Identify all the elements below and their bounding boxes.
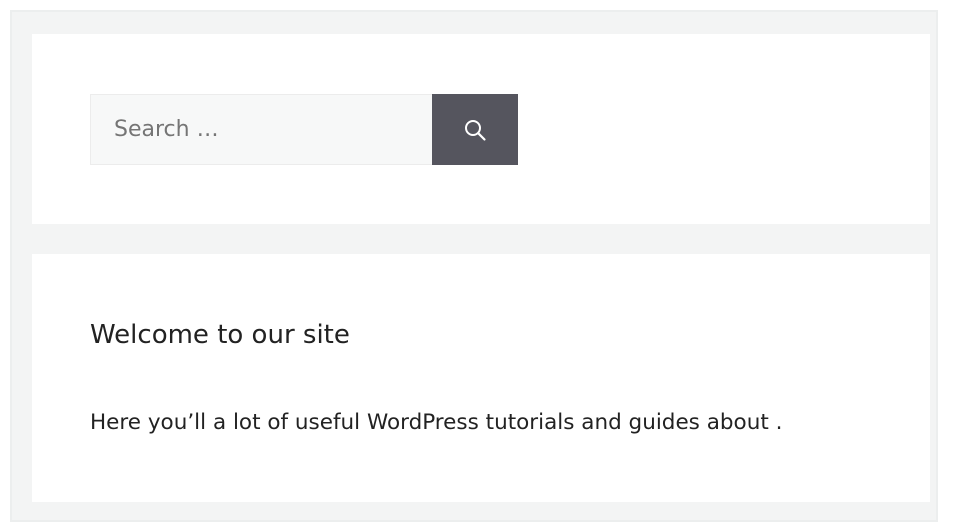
widget-text-body: Here you’ll a lot of useful WordPress tu…: [90, 410, 783, 435]
search-icon: [465, 119, 486, 141]
text-widget: Welcome to our site Here you’ll a lot of…: [32, 254, 930, 502]
sidebar-area: Welcome to our site Here you’ll a lot of…: [10, 10, 938, 522]
search-input[interactable]: [90, 94, 432, 165]
search-form: [90, 94, 518, 165]
widget-title: Welcome to our site: [90, 320, 350, 350]
search-widget: [32, 34, 930, 224]
search-button[interactable]: [432, 94, 518, 165]
